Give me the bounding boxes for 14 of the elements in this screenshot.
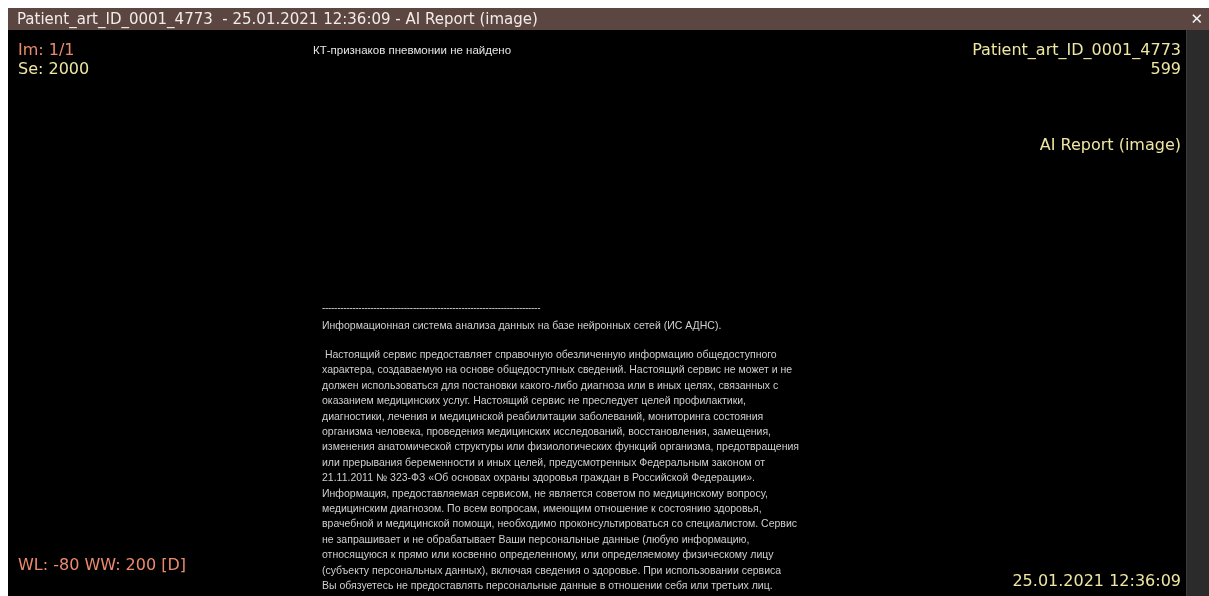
separator-line: ------------------------------------------------------------------------ <box>322 303 541 313</box>
disclaimer-paragraph: Настоящий сервис предоставляет справочную обезличенную информацию общедоступного характера, создаваемую на основе общедоступных сведений. Настоящий сервис не может и не должен использоваться для постановки какого-либо диагноза или в иных целях, связанных с оказанием медицинских услуг. Настоящий сервис не преследует целей профилактики, диагностики, лечения и медицинской реабилитации заболеваний, мониторинга состояния организма человека, проведения медицинских исследований, восстановления, замещения, изменения анатомической структуры или физиологических функций организма, предотвращения или прерывания беременности и иных целей, предусмотренных Федеральным законом от 21.11.2011 № 323-ФЗ «Об основах охраны здоровья граждан в Российской Федерации». Информация, предоставляемая сервисом, не является советом по медицинскому вопросу, медицинским диагнозом. По всем вопросам, имеющим отношение к состоянию здоровья, врачебной и медицинской помощи, необходимо проконсультироваться со специалистом. Сервис не запрашивает и не обрабатывает Ваши персональные данные (любую информацию, относящуюся к прямо или косвенно определенному, или определяемому физическому лицу (субъекту персональных данных), включая сведения о здоровье. При использовании сервиса Вы обязуетесь не предоставлять персональные данные в отношении себя или третьих лиц. <box>322 347 799 594</box>
scrollbar[interactable] <box>1186 30 1209 596</box>
close-button[interactable]: ✕ <box>1188 10 1205 28</box>
series-description: AI Report (image) <box>1039 135 1181 154</box>
window-level: WL: -80 WW: 200 [D] <box>18 555 187 574</box>
image-number: 599 <box>1150 59 1181 78</box>
image-index: Im: 1/1 <box>18 40 75 59</box>
series-number: Se: 2000 <box>18 59 90 78</box>
finding-text: КТ-признаков пневмонии не найдено <box>313 44 512 56</box>
study-datetime: 25.01.2021 12:36:09 <box>1012 571 1181 590</box>
window-title: Patient_art_ID_0001_4773 - 25.01.2021 12:36:09 - AI Report (image) <box>17 10 538 28</box>
patient-id: Patient_art_ID_0001_4773 <box>972 40 1181 59</box>
report-heading: Информационная система анализа данных на базе нейронных сетей (ИС АДНС). <box>322 319 722 331</box>
